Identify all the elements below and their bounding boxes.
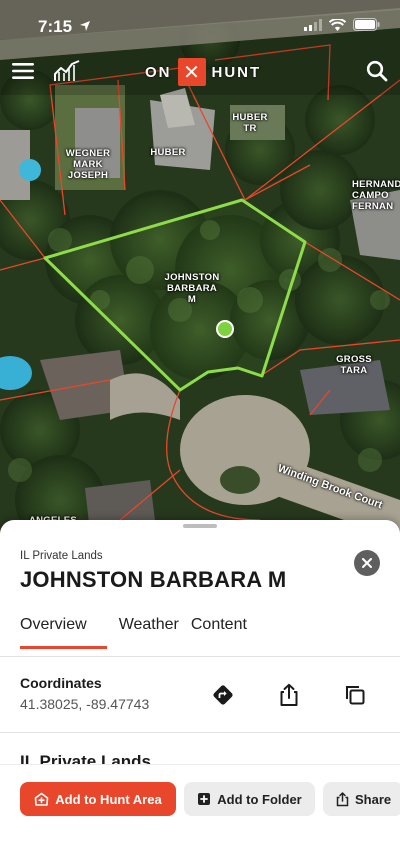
brand-word-left: ON xyxy=(145,63,172,81)
status-time: 7:15 xyxy=(38,17,73,36)
parcel-detail-sheet[interactable]: IL Private Lands JOHNSTON BARBARA M Over… xyxy=(0,520,400,866)
parcel-source: IL Private Lands xyxy=(20,550,103,562)
directions-button[interactable] xyxy=(210,682,236,708)
location-arrow-icon xyxy=(80,21,90,31)
menu-button[interactable] xyxy=(8,56,38,86)
parcel-owner-title: JOHNSTON BARBARA M xyxy=(20,567,287,592)
add-folder-icon xyxy=(198,793,211,805)
parcel-label[interactable]: JOHNSTON BARBARA M xyxy=(160,272,224,305)
hamburger-menu-icon xyxy=(12,63,34,79)
directions-icon xyxy=(213,685,233,705)
close-icon xyxy=(362,558,372,568)
search-icon xyxy=(366,60,388,82)
search-button[interactable] xyxy=(362,56,392,86)
add-to-folder-label: Add to Folder xyxy=(217,791,302,807)
coordinates-value[interactable]: 41.38025, -89.47743 xyxy=(20,696,149,712)
section-divider xyxy=(0,732,400,733)
brand-mark: ✕ xyxy=(177,58,206,86)
onx-hunt-logo: ON ✕ HUNT xyxy=(145,58,261,86)
parcel-label[interactable]: GROSS TARA xyxy=(334,354,374,376)
coordinates-label: Coordinates xyxy=(20,675,102,691)
brand-word-right: HUNT xyxy=(211,63,262,81)
status-bar: 7:15 xyxy=(0,0,400,50)
parcel-label[interactable]: HERNAND CAMPO FERNAN xyxy=(352,179,400,212)
parcel-label[interactable]: WEGNER MARK JOSEPH xyxy=(60,148,116,181)
copy-coordinates-button[interactable] xyxy=(342,682,368,708)
tabs-divider xyxy=(0,656,400,657)
tab-content[interactable]: Content xyxy=(191,616,247,649)
share-icon xyxy=(336,791,349,806)
sheet-grabber[interactable] xyxy=(183,524,217,528)
share-icon xyxy=(280,683,298,706)
add-to-folder-button[interactable]: Add to Folder xyxy=(184,782,315,816)
terrain-chart-icon xyxy=(54,60,80,81)
parcel-label[interactable]: HUBER xyxy=(148,147,188,158)
parcel-label[interactable]: HUBER TR xyxy=(230,112,270,134)
layers-analytics-button[interactable] xyxy=(52,56,82,86)
app-bar: ON ✕ HUNT xyxy=(0,52,400,92)
tab-overview[interactable]: Overview xyxy=(20,616,107,649)
close-button[interactable] xyxy=(354,550,380,576)
share-coordinates-button[interactable] xyxy=(276,682,302,708)
battery-icon xyxy=(353,18,380,31)
copy-icon xyxy=(346,686,365,705)
detail-tabs: Overview Weather Content xyxy=(20,616,247,649)
action-bar: Add to Hunt Area Add to Folder Share xyxy=(0,764,400,866)
tab-weather[interactable]: Weather xyxy=(119,616,179,649)
parcel-center-pin xyxy=(216,320,234,338)
share-button[interactable]: Share xyxy=(323,782,400,816)
hunt-area-icon xyxy=(34,792,49,806)
cellular-signal-icon xyxy=(304,18,322,31)
wifi-icon xyxy=(329,18,346,31)
share-label: Share xyxy=(355,791,392,807)
add-to-hunt-area-label: Add to Hunt Area xyxy=(55,791,162,807)
add-to-hunt-area-button[interactable]: Add to Hunt Area xyxy=(20,782,176,816)
